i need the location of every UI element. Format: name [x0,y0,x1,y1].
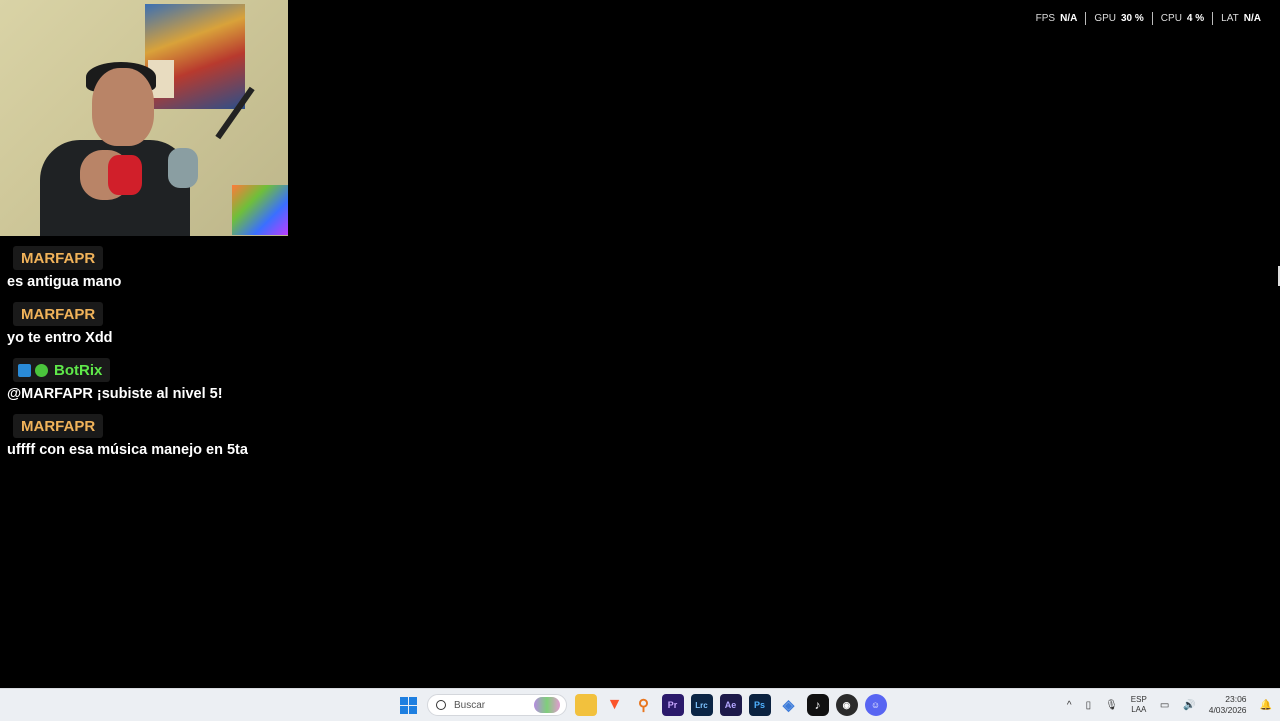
chat-username-bot: BotRix [13,358,111,382]
obs-icon[interactable]: ◉ [835,694,858,716]
search-icon [436,700,446,710]
taskbar: Buscar ▼ ⚲ Pr Lrc Ae Ps ◈ ♪ ◉ ☺ ^ ▯ 🎙 ES… [0,688,1280,721]
microphone-icon[interactable]: 🎙 [1105,700,1118,711]
chat-text: @MARFAPR ¡subiste al nivel 5! [7,386,223,402]
lang-layout: LAA [1131,705,1147,714]
rgb-keyboard [232,185,288,235]
chat-username: MARFAPR [13,302,104,326]
windows-start-icon[interactable] [398,694,420,716]
stat-label: CPU [1160,13,1182,24]
chat-message: MARFAPR yo te entro Xdd [0,302,300,346]
stat-fps: FPS N/A [1028,13,1086,24]
chat-text: es antigua mano [7,274,122,290]
microphone [168,148,198,188]
stat-gpu: GPU 30 % [1086,13,1151,24]
streaming-app-icon[interactable]: ◈ [778,694,800,716]
stat-label: LAT [1221,13,1239,24]
photoshop-icon[interactable]: Ps [748,694,771,716]
brave-browser-icon[interactable]: ▼ [604,694,626,716]
lang-code: ESP [1130,695,1147,704]
discord-icon[interactable]: ☺ [864,694,887,716]
taskbar-search[interactable]: Buscar [427,694,567,716]
premiere-icon[interactable]: Pr [661,694,684,716]
search-app-icon[interactable]: ⚲ [633,694,655,716]
chat-text: yo te entro Xdd [7,330,113,346]
stat-lat: LAT N/A [1213,13,1269,24]
moderator-icon [18,363,31,377]
clock[interactable]: 23:06 4/03/2026 [1209,694,1247,716]
stat-label: GPU [1094,13,1116,24]
streamer-head [92,68,154,146]
chat-username: MARFAPR [13,246,104,270]
chat-username: MARFAPR [13,414,104,438]
stat-value: 4 % [1186,13,1205,24]
stat-value: 30 % [1121,13,1144,24]
stat-label: FPS [1035,13,1056,24]
usb-icon[interactable]: ▯ [1086,700,1092,711]
system-tray: ^ ▯ 🎙 ESP LAA ▭ 🔊 23:06 4/03/2026 🔔 [1060,689,1280,721]
webcam-feed [0,0,288,236]
chat-overlay: MARFAPR es antigua mano MARFAPR yo te en… [0,246,300,464]
performance-overlay: FPS N/A GPU 30 % CPU 4 % LAT N/A [1028,12,1269,25]
search-highlight-icon [534,697,560,713]
red-object [108,155,142,195]
chat-message: MARFAPR es antigua mano [0,246,300,290]
taskbar-apps: Buscar ▼ ⚲ Pr Lrc Ae Ps ◈ ♪ ◉ ☺ [394,689,890,721]
stat-cpu: CPU 4 % [1153,13,1212,24]
lightroom-classic-icon[interactable]: Lrc [690,694,713,716]
chat-text: uffff con esa música manejo en 5ta [7,442,248,458]
volume-icon[interactable]: 🔊 [1183,700,1195,711]
notification-icon[interactable]: 🔔 [1260,700,1272,711]
tiktok-icon[interactable]: ♪ [806,694,829,716]
file-explorer-icon[interactable] [574,694,597,716]
stat-value: N/A [1060,13,1078,24]
after-effects-icon[interactable]: Ae [719,694,742,716]
date: 4/03/2026 [1208,705,1247,715]
chat-message: BotRix @MARFAPR ¡subiste al nivel 5! [0,358,300,402]
chat-username: BotRix [54,361,103,379]
network-icon[interactable]: ▭ [1160,700,1169,711]
chat-message: MARFAPR uffff con esa música manejo en 5… [0,414,300,458]
language-indicator[interactable]: ESP LAA [1131,695,1147,715]
chevron-up-icon[interactable]: ^ [1067,700,1072,711]
time: 23:06 [1225,694,1247,704]
search-placeholder: Buscar [454,699,486,711]
stat-value: N/A [1243,13,1261,24]
verified-icon [35,363,48,377]
